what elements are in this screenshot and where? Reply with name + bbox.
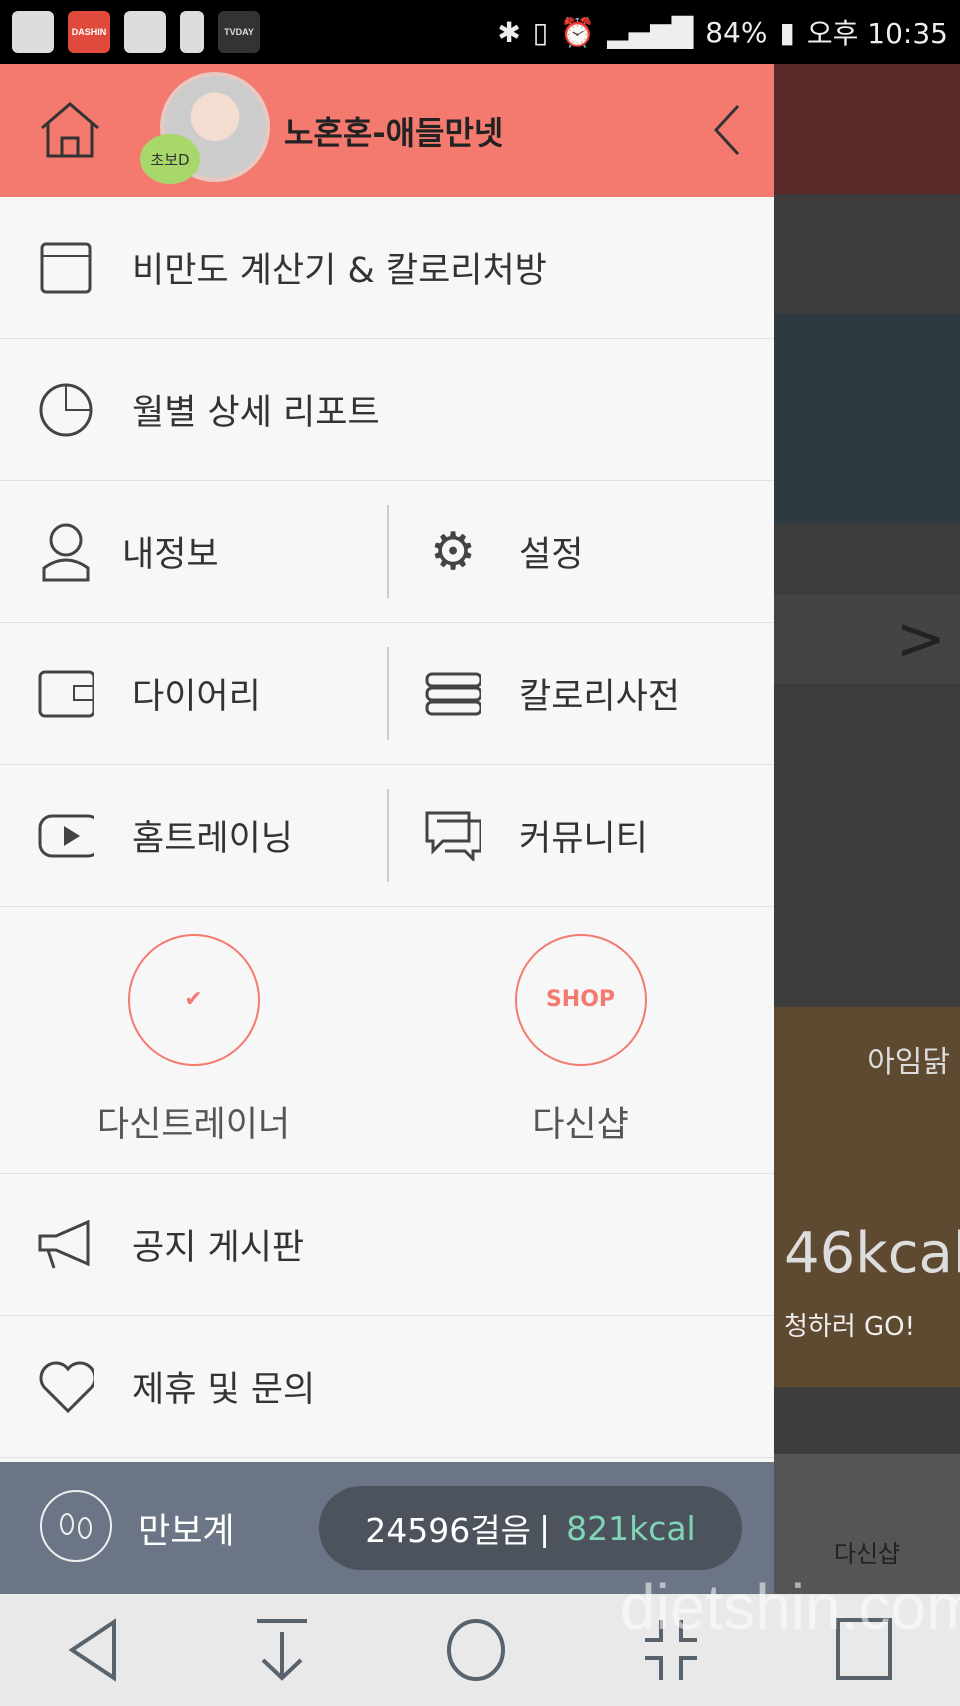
menu-diary[interactable]: 다이어리 bbox=[0, 623, 387, 764]
chat-icon bbox=[425, 808, 481, 864]
fitness-icon bbox=[180, 11, 204, 53]
handshake-heart-icon bbox=[38, 1359, 94, 1415]
person-icon bbox=[38, 523, 94, 581]
megaphone-icon bbox=[38, 1217, 94, 1273]
steps: 24596걸음 bbox=[365, 1511, 531, 1550]
menu-bmi[interactable]: 비만도 계산기 & 칼로리처방 bbox=[0, 197, 774, 339]
clock: 오후 10:35 bbox=[806, 17, 948, 50]
navigation-drawer: 초보D 노혼혼-애들만넷 비만도 계산기 & 칼로리처방 월별 상세 리포트 내… bbox=[0, 64, 774, 1594]
back-icon[interactable] bbox=[68, 1618, 118, 1682]
wallet-icon bbox=[38, 666, 94, 722]
menu-community[interactable]: 커뮤니티 bbox=[387, 765, 774, 906]
gear-icon: ⚙ bbox=[429, 521, 477, 582]
menu-settings[interactable]: ⚙ 설정 bbox=[387, 481, 774, 622]
close-drawer-icon[interactable] bbox=[712, 104, 742, 160]
play-video-icon bbox=[38, 808, 94, 864]
drawer-header: 초보D 노혼혼-애들만넷 bbox=[0, 64, 774, 197]
list-icon bbox=[425, 666, 481, 722]
battery-percent: 84% bbox=[705, 15, 768, 49]
alarm-icon: ⏰ bbox=[560, 15, 596, 49]
step-count-pill: 24596걸음 | 821kcal bbox=[319, 1486, 742, 1570]
home-icon[interactable] bbox=[38, 100, 102, 164]
pedometer-label: 만보계 bbox=[138, 1511, 235, 1552]
menu-trainer[interactable]: ✔ 다신트레이너 bbox=[0, 907, 387, 1173]
calculator-icon bbox=[38, 240, 94, 296]
tvday-icon-text: TVDAY bbox=[224, 26, 254, 37]
notification-pull-icon[interactable] bbox=[255, 1618, 309, 1682]
shop-tab-label[interactable]: 다신샵 bbox=[834, 1540, 900, 1568]
level-badge: 초보D bbox=[140, 134, 200, 184]
tvday-icon: TVDAY bbox=[218, 11, 260, 53]
menu-myinfo[interactable]: 내정보 bbox=[0, 481, 387, 622]
ad-cta: 청하러 GO! bbox=[784, 1312, 916, 1342]
menu-calorie-dict[interactable]: 칼로리사전 bbox=[387, 623, 774, 764]
menu-shop[interactable]: SHOP 다신샵 bbox=[387, 907, 774, 1173]
messenger-icon bbox=[124, 11, 166, 53]
ad-brand: 아임닭 bbox=[867, 1045, 950, 1080]
menu-partnership[interactable]: 제휴 및 문의 bbox=[0, 1316, 774, 1458]
menu-home-training[interactable]: 홈트레이닝 bbox=[0, 765, 387, 906]
status-bar: DASHIN TVDAY ✱ ▯ ⏰ ▂▄▆█ 84% ▮ 오후 10:35 bbox=[0, 0, 960, 64]
background-app: > 아임닭 46kcal 청하러 GO! 다신샵 bbox=[774, 64, 960, 1594]
home-circle-icon[interactable] bbox=[446, 1618, 506, 1682]
ad-kcal: 46kcal bbox=[784, 1221, 960, 1286]
bluetooth-icon: ✱ bbox=[497, 15, 521, 49]
battery-icon: ▮ bbox=[779, 15, 795, 49]
dashin-icon-text: DASHIN bbox=[71, 26, 107, 37]
menu-notice[interactable]: 공지 게시판 bbox=[0, 1174, 774, 1316]
footsteps-icon bbox=[38, 1488, 114, 1568]
pie-chart-icon bbox=[38, 382, 94, 438]
shop-icon: SHOP bbox=[514, 933, 647, 1066]
vibrate-icon: ▯ bbox=[532, 15, 549, 49]
username: 노혼혼-애들만넷 bbox=[284, 114, 504, 152]
watermark: dietshin.com bbox=[620, 1571, 960, 1643]
kcal: 821kcal bbox=[566, 1508, 696, 1548]
signal-icon: ▂▄▆█ bbox=[607, 15, 694, 49]
menu-report[interactable]: 월별 상세 리포트 bbox=[0, 339, 774, 481]
uplus-icon bbox=[12, 11, 54, 53]
dashin-icon: DASHIN bbox=[68, 11, 110, 53]
trainer-icon: ✔ bbox=[127, 933, 260, 1066]
